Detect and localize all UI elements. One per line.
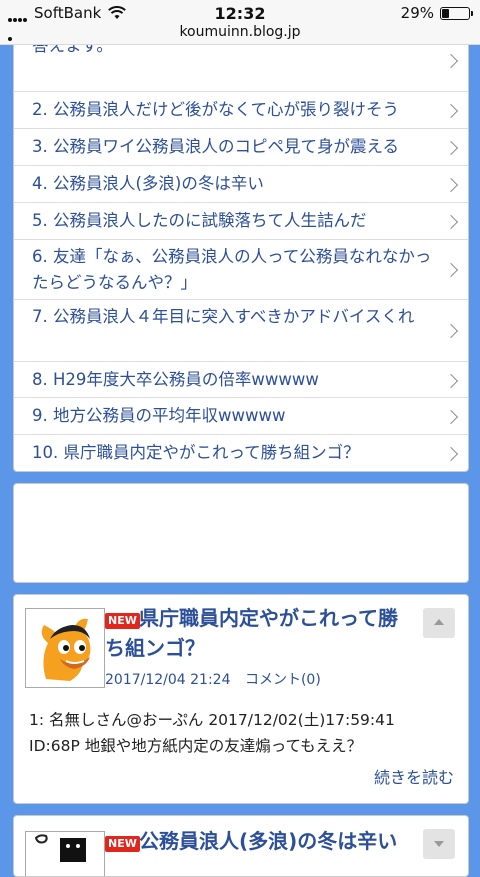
article-title[interactable]: 県庁職員内定やがこれって勝ち組ンゴ？ bbox=[105, 603, 415, 663]
list-item[interactable]: 2. 公務員浪人だけど後がなくて心が張り裂けそう bbox=[14, 91, 468, 128]
article-card: NEW 県庁職員内定やがこれって勝ち組ンゴ？ 2017/12/04 21:24 … bbox=[13, 594, 469, 804]
battery-percent: 29% bbox=[400, 4, 434, 22]
article-meta: 2017/12/04 21:24 コメント(0) bbox=[105, 669, 331, 689]
expand-button[interactable] bbox=[423, 829, 455, 859]
chevron-right-icon bbox=[443, 446, 459, 462]
list-item[interactable]: 8. H29年度大卒公務員の倍率wwwww bbox=[14, 361, 468, 397]
list-item[interactable]: 5. 公務員浪人したのに試験落ちて人生詰んだ bbox=[14, 202, 468, 239]
list-item[interactable]: 6. 友達「なぁ、公務員浪人の人って公務員なれなかったらどうなるんや？」 bbox=[14, 239, 468, 299]
list-item-label: 4. 公務員浪人(多浪)の冬は辛い bbox=[32, 174, 264, 193]
list-item[interactable]: 7. 公務員浪人４年目に突入すべきかアドバイスくれ bbox=[14, 299, 468, 361]
list-item-label: 7. 公務員浪人４年目に突入すべきかアドバイスくれ bbox=[32, 307, 415, 326]
list-item[interactable]: 9. 地方公務員の平均年収wwwww bbox=[14, 397, 468, 434]
list-item-label: 10. 県庁職員内定やがこれって勝ち組ンゴ？ bbox=[32, 443, 360, 462]
collapse-button[interactable] bbox=[423, 608, 455, 638]
address-bar-url[interactable]: koumuinn.blog.jp bbox=[0, 24, 480, 40]
battery-icon bbox=[440, 7, 473, 20]
ad-placeholder bbox=[13, 483, 469, 583]
article-title[interactable]: 公務員浪人(多浪)の冬は辛い bbox=[105, 826, 425, 856]
list-item-label: 9. 地方公務員の平均年収wwwww bbox=[32, 406, 286, 425]
chevron-right-icon bbox=[443, 177, 459, 193]
chevron-right-icon bbox=[443, 409, 459, 425]
article-thumbnail[interactable] bbox=[25, 831, 105, 876]
list-item-label: 5. 公務員浪人したのに試験落ちて人生詰んだ bbox=[32, 211, 367, 230]
chevron-right-icon bbox=[443, 323, 459, 339]
excerpt-line: ID:68P 地銀や地方紙内定の友達煽ってもええ？ bbox=[29, 737, 363, 755]
list-item[interactable]: 3. 公務員ワイ公務員浪人のコピペ見て身が震える bbox=[14, 128, 468, 165]
list-item-label: 2. 公務員浪人だけど後がなくて心が張り裂けそう bbox=[32, 100, 399, 119]
article-excerpt: 1: 名無しさん@おーぷん 2017/12/02(土)17:59:41 ID:6… bbox=[29, 707, 458, 759]
comment-count-link[interactable]: コメント(0) bbox=[245, 672, 321, 688]
article-date: 2017/12/04 21:24 bbox=[105, 672, 231, 688]
chevron-right-icon bbox=[443, 214, 459, 230]
chevron-right-icon bbox=[443, 140, 459, 156]
chevron-right-icon bbox=[443, 373, 459, 389]
list-item[interactable]: 4. 公務員浪人(多浪)の冬は辛い bbox=[14, 165, 468, 202]
list-item-label: 3. 公務員ワイ公務員浪人のコピペ見て身が震える bbox=[32, 137, 399, 156]
article-card: NEW 公務員浪人(多浪)の冬は辛い bbox=[13, 815, 469, 877]
black-cat-icon bbox=[26, 832, 104, 876]
triangle-down-icon bbox=[434, 841, 444, 847]
article-thumbnail[interactable] bbox=[25, 608, 105, 688]
read-more-link[interactable]: 続きを読む bbox=[374, 764, 454, 788]
status-bar: SoftBank 12:32 29% koumuinn.blog.jp bbox=[0, 0, 480, 45]
ranking-list: 答えます。 2. 公務員浪人だけど後がなくて心が張り裂けそう 3. 公務員ワイ公… bbox=[13, 30, 469, 472]
orange-mascot-icon bbox=[26, 609, 104, 687]
chevron-right-icon bbox=[443, 262, 459, 278]
list-item[interactable]: 10. 県庁職員内定やがこれって勝ち組ンゴ？ bbox=[14, 434, 468, 471]
list-item-label: 8. H29年度大卒公務員の倍率wwwww bbox=[32, 370, 319, 389]
excerpt-line: 1: 名無しさん@おーぷん 2017/12/02(土)17:59:41 bbox=[29, 711, 395, 729]
chevron-right-icon bbox=[443, 53, 459, 69]
list-item-label: 6. 友達「なぁ、公務員浪人の人って公務員なれなかったらどうなるんや？」 bbox=[32, 247, 432, 292]
chevron-right-icon bbox=[443, 103, 459, 119]
triangle-up-icon bbox=[434, 619, 444, 625]
